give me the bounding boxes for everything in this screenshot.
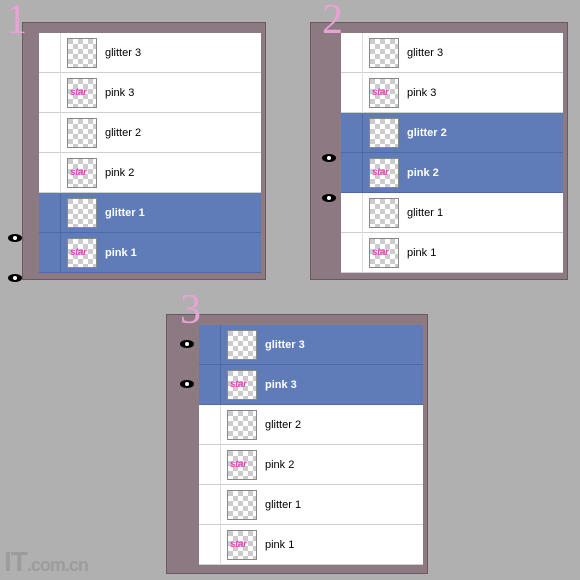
- layer-thumbnail[interactable]: [369, 38, 399, 68]
- layer-thumbnail[interactable]: [67, 118, 97, 148]
- layer-name[interactable]: pink 3: [265, 379, 423, 391]
- layer-row[interactable]: glitter 3: [39, 33, 261, 73]
- layer-name[interactable]: glitter 3: [265, 339, 423, 351]
- layer-name[interactable]: glitter 2: [105, 127, 261, 139]
- layer-thumbnail[interactable]: [227, 330, 257, 360]
- layer-row[interactable]: pink 3: [341, 73, 563, 113]
- visibility-toggle[interactable]: [341, 73, 363, 113]
- visibility-toggle[interactable]: [341, 233, 363, 273]
- layer-name[interactable]: glitter 3: [407, 47, 563, 59]
- visibility-toggle[interactable]: [199, 405, 221, 445]
- layer-name[interactable]: pink 1: [407, 247, 563, 259]
- panel-number-2: 2: [322, 0, 343, 44]
- layers-list: glitter 3 pink 3 glitter 2 pink 2 glitter 1 p…: [199, 325, 423, 565]
- layer-name[interactable]: pink 3: [105, 87, 261, 99]
- layers-panel-1: glitter 3 pink 3 glitter 2 pink 2 glitter 1 p…: [22, 22, 266, 280]
- watermark-text: IT.com.cn: [4, 546, 88, 578]
- layer-thumbnail[interactable]: [369, 118, 399, 148]
- layers-panel-2: glitter 3 pink 3 glitter 2 pink 2 glitter 1 p…: [310, 22, 568, 280]
- layer-name[interactable]: glitter 1: [265, 499, 423, 511]
- layer-row[interactable]: pink 2: [39, 153, 261, 193]
- visibility-eye-icon[interactable]: [180, 380, 194, 388]
- visibility-toggle[interactable]: [199, 365, 221, 405]
- layer-thumbnail[interactable]: [67, 158, 97, 188]
- visibility-toggle[interactable]: [39, 193, 61, 233]
- layer-name[interactable]: pink 1: [265, 539, 423, 551]
- visibility-toggle[interactable]: [39, 113, 61, 153]
- visibility-eye-icon[interactable]: [322, 194, 336, 202]
- visibility-toggle[interactable]: [199, 325, 221, 365]
- layer-name[interactable]: pink 2: [105, 167, 261, 179]
- layer-row[interactable]: glitter 2: [341, 113, 563, 153]
- layer-row[interactable]: glitter 3: [341, 33, 563, 73]
- layer-thumbnail[interactable]: [67, 198, 97, 228]
- layer-row[interactable]: glitter 1: [199, 485, 423, 525]
- layer-name[interactable]: pink 1: [105, 247, 261, 259]
- layer-row[interactable]: pink 1: [199, 525, 423, 565]
- layer-thumbnail[interactable]: [67, 38, 97, 68]
- visibility-toggle[interactable]: [341, 153, 363, 193]
- layer-row[interactable]: glitter 1: [341, 193, 563, 233]
- visibility-toggle[interactable]: [39, 33, 61, 73]
- visibility-toggle[interactable]: [199, 525, 221, 565]
- layer-thumbnail[interactable]: [227, 410, 257, 440]
- visibility-toggle[interactable]: [341, 33, 363, 73]
- layers-list: glitter 3 pink 3 glitter 2 pink 2 glitter 1 p…: [39, 33, 261, 273]
- visibility-toggle[interactable]: [39, 153, 61, 193]
- visibility-eye-icon[interactable]: [8, 274, 22, 282]
- layer-name[interactable]: glitter 3: [105, 47, 261, 59]
- layer-name[interactable]: pink 2: [265, 459, 423, 471]
- visibility-toggle[interactable]: [341, 113, 363, 153]
- layer-name[interactable]: glitter 1: [105, 207, 261, 219]
- layer-row[interactable]: pink 2: [199, 445, 423, 485]
- layer-thumbnail[interactable]: [369, 78, 399, 108]
- layer-row[interactable]: glitter 2: [199, 405, 423, 445]
- visibility-eye-icon[interactable]: [8, 234, 22, 242]
- visibility-eye-icon[interactable]: [322, 154, 336, 162]
- layer-thumbnail[interactable]: [369, 198, 399, 228]
- layer-name[interactable]: glitter 2: [407, 127, 563, 139]
- layer-thumbnail[interactable]: [369, 238, 399, 268]
- layer-thumbnail[interactable]: [227, 370, 257, 400]
- layer-name[interactable]: pink 3: [407, 87, 563, 99]
- layer-thumbnail[interactable]: [67, 238, 97, 268]
- layer-row[interactable]: glitter 2: [39, 113, 261, 153]
- layer-thumbnail[interactable]: [227, 490, 257, 520]
- layer-thumbnail[interactable]: [227, 530, 257, 560]
- layer-row[interactable]: pink 1: [341, 233, 563, 273]
- visibility-toggle[interactable]: [39, 73, 61, 113]
- layer-thumbnail[interactable]: [369, 158, 399, 188]
- layers-list: glitter 3 pink 3 glitter 2 pink 2 glitter 1 p…: [341, 33, 563, 273]
- visibility-toggle[interactable]: [199, 485, 221, 525]
- panel-number-3: 3: [180, 286, 201, 334]
- layer-row[interactable]: glitter 1: [39, 193, 261, 233]
- layer-row[interactable]: pink 3: [199, 365, 423, 405]
- layer-row[interactable]: pink 1: [39, 233, 261, 273]
- layer-row[interactable]: glitter 3: [199, 325, 423, 365]
- layer-name[interactable]: pink 2: [407, 167, 563, 179]
- layer-name[interactable]: glitter 2: [265, 419, 423, 431]
- layer-row[interactable]: pink 2: [341, 153, 563, 193]
- panel-number-1: 1: [6, 0, 27, 44]
- visibility-toggle[interactable]: [39, 233, 61, 273]
- visibility-toggle[interactable]: [199, 445, 221, 485]
- layer-row[interactable]: pink 3: [39, 73, 261, 113]
- visibility-toggle[interactable]: [341, 193, 363, 233]
- layers-panel-3: glitter 3 pink 3 glitter 2 pink 2 glitter 1 p…: [166, 314, 428, 574]
- layer-thumbnail[interactable]: [67, 78, 97, 108]
- layer-name[interactable]: glitter 1: [407, 207, 563, 219]
- visibility-eye-icon[interactable]: [180, 340, 194, 348]
- layer-thumbnail[interactable]: [227, 450, 257, 480]
